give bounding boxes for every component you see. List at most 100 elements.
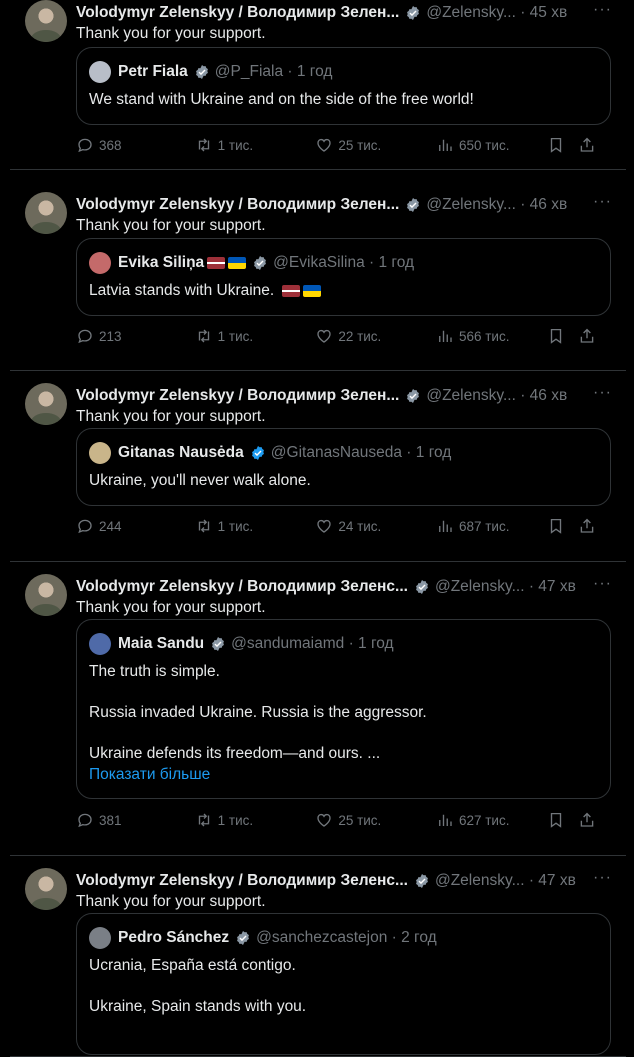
- quoted-avatar[interactable]: [89, 633, 111, 655]
- like-button[interactable]: 24 тис.: [315, 517, 436, 535]
- views-button[interactable]: 566 тис.: [436, 327, 547, 345]
- quoted-tweet[interactable]: Pedro Sánchez @sanchezcastejon · 2 год Ucr…: [76, 913, 611, 1055]
- bookmark-button[interactable]: [547, 327, 579, 345]
- quoted-avatar[interactable]: [89, 927, 111, 949]
- flag-ua-icon: [228, 257, 247, 269]
- timestamp[interactable]: · 47 хв: [529, 578, 576, 596]
- author-handle[interactable]: @Zelensky...: [426, 196, 516, 214]
- more-options-icon[interactable]: ···: [593, 575, 612, 593]
- timestamp[interactable]: · 45 хв: [520, 4, 567, 22]
- quoted-tweet[interactable]: Gitanas Nausėda @GitanasNauseda · 1 год Uk…: [76, 428, 611, 506]
- bookmark-button[interactable]: [547, 517, 579, 535]
- repost-button[interactable]: 1 тис.: [195, 517, 316, 535]
- views-button[interactable]: 650 тис.: [436, 136, 547, 154]
- quoted-text: Ucrania, España está contigo. Ukraine, S…: [89, 957, 307, 1016]
- timestamp[interactable]: · 46 хв: [520, 387, 567, 405]
- quoted-handle: @EvikaSilina: [273, 254, 365, 271]
- like-count: 25 тис.: [338, 812, 382, 828]
- share-button[interactable]: [578, 811, 610, 829]
- tweet[interactable]: Volodymyr Zelenskyy / Володимир Зелен...…: [10, 180, 626, 371]
- verified-badge-icon: [235, 930, 251, 946]
- author-name[interactable]: Volodymyr Zelenskyy / Володимир Зеленс..…: [76, 578, 408, 596]
- verified-badge-icon: [405, 388, 421, 404]
- reply-button[interactable]: 368: [76, 136, 195, 154]
- views-button[interactable]: 687 тис.: [436, 517, 547, 535]
- quoted-timestamp: · 2 год: [391, 929, 437, 946]
- author-name[interactable]: Volodymyr Zelenskyy / Володимир Зелен...: [76, 4, 399, 22]
- verified-badge-icon: [405, 5, 421, 21]
- more-options-icon[interactable]: ···: [593, 1, 612, 19]
- bookmark-button[interactable]: [547, 136, 579, 154]
- repost-button[interactable]: 1 тис.: [195, 811, 316, 829]
- repost-button[interactable]: 1 тис.: [195, 136, 316, 154]
- avatar[interactable]: [25, 574, 67, 616]
- author-handle[interactable]: @Zelensky...: [435, 578, 525, 596]
- author-name[interactable]: Volodymyr Zelenskyy / Володимир Зелен...: [76, 387, 399, 405]
- like-button[interactable]: 25 тис.: [315, 811, 436, 829]
- share-icon: [581, 137, 594, 152]
- reply-button[interactable]: 381: [76, 811, 195, 829]
- verified-badge-icon: [194, 64, 210, 80]
- repost-button[interactable]: 1 тис.: [195, 327, 316, 345]
- author-name[interactable]: Volodymyr Zelenskyy / Володимир Зеленс..…: [76, 872, 408, 890]
- views-icon: [439, 814, 452, 826]
- avatar[interactable]: [25, 383, 67, 425]
- show-more-link[interactable]: Показати більше: [89, 766, 210, 783]
- reply-icon: [78, 813, 92, 828]
- timestamp[interactable]: · 47 хв: [529, 872, 576, 890]
- tweet-text: Thank you for your support.: [76, 217, 266, 234]
- repost-count: 1 тис.: [217, 137, 254, 153]
- views-button[interactable]: 627 тис.: [436, 811, 547, 829]
- like-count: 24 тис.: [338, 518, 382, 534]
- reply-button[interactable]: 244: [76, 517, 195, 535]
- bookmark-button[interactable]: [547, 811, 579, 829]
- avatar[interactable]: [25, 868, 67, 910]
- share-button[interactable]: [578, 136, 610, 154]
- reply-count: 368: [99, 137, 122, 153]
- quoted-handle: @sandumaiamd: [231, 635, 345, 652]
- more-options-icon[interactable]: ···: [593, 869, 612, 887]
- quoted-avatar[interactable]: [89, 442, 111, 464]
- heart-icon: [317, 519, 331, 533]
- tweet[interactable]: Volodymyr Zelenskyy / Володимир Зеленс..…: [10, 562, 626, 856]
- author-handle[interactable]: @Zelensky...: [426, 387, 516, 405]
- author-handle[interactable]: @Zelensky...: [435, 872, 525, 890]
- share-icon: [581, 518, 594, 533]
- repost-icon: [198, 329, 209, 343]
- quoted-avatar[interactable]: [89, 61, 111, 83]
- heart-icon: [317, 138, 331, 152]
- like-button[interactable]: 25 тис.: [315, 136, 436, 154]
- tweet[interactable]: Volodymyr Zelenskyy / Володимир Зелен...…: [10, 0, 626, 170]
- views-icon: [439, 520, 452, 532]
- avatar[interactable]: [25, 192, 67, 234]
- tweet[interactable]: Volodymyr Zelenskyy / Володимир Зелен...…: [10, 371, 626, 562]
- verified-badge-icon: [210, 636, 226, 652]
- reply-count: 381: [99, 812, 122, 828]
- tweet[interactable]: Volodymyr Zelenskyy / Володимир Зеленс..…: [10, 856, 626, 1057]
- timestamp[interactable]: · 46 хв: [520, 196, 567, 214]
- more-options-icon[interactable]: ···: [593, 384, 612, 402]
- heart-icon: [317, 329, 331, 343]
- quoted-avatar[interactable]: [89, 252, 111, 274]
- like-count: 22 тис.: [338, 328, 382, 344]
- reply-button[interactable]: 213: [76, 327, 195, 345]
- repost-count: 1 тис.: [217, 812, 254, 828]
- reply-count: 213: [99, 328, 122, 344]
- author-name[interactable]: Volodymyr Zelenskyy / Володимир Зелен...: [76, 196, 399, 214]
- quoted-tweet[interactable]: Evika Siliņa @EvikaSilina · 1 год Latvia s…: [76, 238, 611, 316]
- share-button[interactable]: [578, 517, 610, 535]
- bookmark-icon: [550, 518, 561, 534]
- share-button[interactable]: [578, 327, 610, 345]
- repost-count: 1 тис.: [217, 518, 254, 534]
- avatar[interactable]: [25, 0, 67, 42]
- view-count: 650 тис.: [458, 137, 510, 153]
- quoted-text: Latvia stands with Ukraine.: [89, 282, 275, 299]
- author-handle[interactable]: @Zelensky...: [426, 4, 516, 22]
- quoted-tweet[interactable]: Petr Fiala @P_Fiala · 1 год We stand with …: [76, 47, 611, 125]
- verified-badge-icon: [250, 445, 266, 461]
- repost-icon: [198, 813, 209, 827]
- more-options-icon[interactable]: ···: [593, 193, 612, 211]
- quoted-tweet[interactable]: Maia Sandu @sandumaiamd · 1 год The truth …: [76, 619, 611, 799]
- like-button[interactable]: 22 тис.: [315, 327, 436, 345]
- tweet-text: Thank you for your support.: [76, 408, 266, 425]
